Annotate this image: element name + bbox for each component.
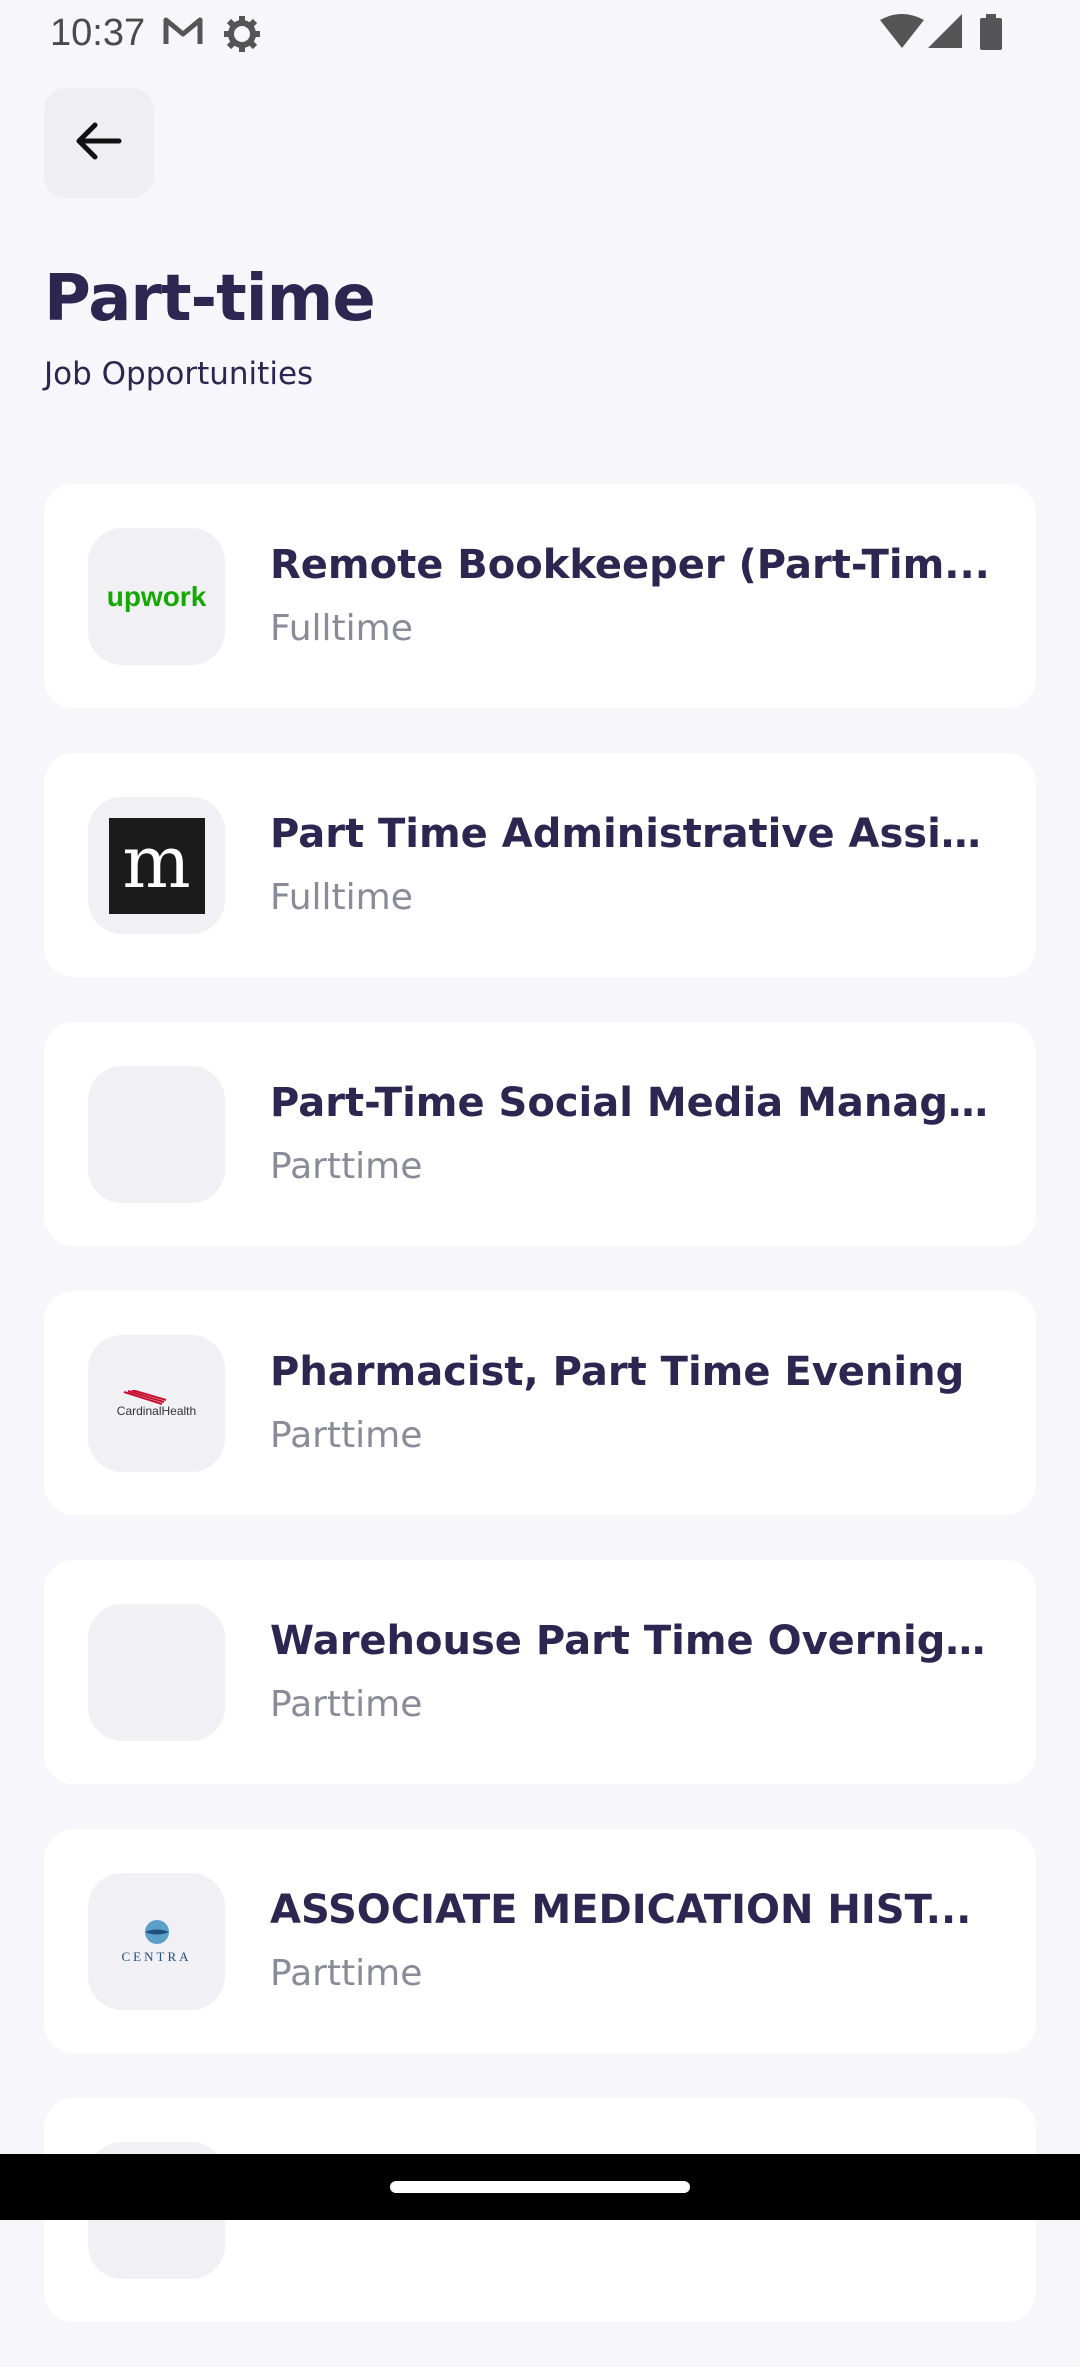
centra-logo: CENTRA: [88, 1873, 225, 2010]
job-card[interactable]: CENTRA ASSOCIATE MEDICATION HIST... Part…: [44, 1829, 1036, 2053]
cardinal-health-logo: CardinalHealth: [88, 1335, 225, 1472]
job-title: Warehouse Part Time Overnight: [270, 1618, 990, 1664]
status-bar: 10:37: [0, 0, 1080, 66]
job-title: Pharmacist, Part Time Evening: [270, 1349, 965, 1395]
blank-logo: [88, 1604, 225, 1741]
job-title: Remote Bookkeeper (Part-Tim...: [270, 542, 990, 588]
blank-logo: [88, 1066, 225, 1203]
home-indicator[interactable]: [390, 2181, 690, 2193]
job-title: Part-Time Social Media Manag...: [270, 1080, 990, 1126]
m-logo: m: [88, 797, 225, 934]
battery-icon: [980, 14, 1002, 54]
job-type: Parttime: [270, 1415, 423, 1456]
gmail-icon: [163, 14, 203, 54]
navigation-bar: [0, 2154, 1080, 2220]
back-button[interactable]: [44, 88, 154, 198]
job-type: Fulltime: [270, 877, 413, 918]
job-type: Parttime: [270, 1146, 423, 1187]
upwork-logo: upwork: [88, 528, 225, 665]
job-list: upwork Remote Bookkeeper (Part-Tim... Fu…: [44, 484, 1036, 2367]
page-title: Part-time: [44, 262, 376, 336]
job-card[interactable]: CardinalHealth Pharmacist, Part Time Eve…: [44, 1291, 1036, 1515]
arrow-left-icon: [75, 121, 123, 165]
job-title: ASSOCIATE MEDICATION HIST...: [270, 1887, 972, 1933]
job-card[interactable]: m Part Time Administrative Assis... Full…: [44, 753, 1036, 977]
job-card[interactable]: Part-Time Social Media Manag... Parttime: [44, 1022, 1036, 1246]
job-type: Parttime: [270, 1684, 423, 1725]
job-type: Parttime: [270, 1953, 423, 1994]
page-subtitle: Job Opportunities: [44, 356, 314, 392]
settings-icon: [222, 14, 262, 58]
status-time: 10:37: [50, 12, 146, 54]
job-title: Part Time Administrative Assis...: [270, 811, 990, 857]
job-card[interactable]: Warehouse Part Time Overnight Parttime: [44, 1560, 1036, 1784]
job-card[interactable]: upwork Remote Bookkeeper (Part-Tim... Fu…: [44, 484, 1036, 708]
job-type: Fulltime: [270, 608, 413, 649]
signal-icon: [928, 14, 962, 54]
wifi-icon: [880, 14, 924, 54]
